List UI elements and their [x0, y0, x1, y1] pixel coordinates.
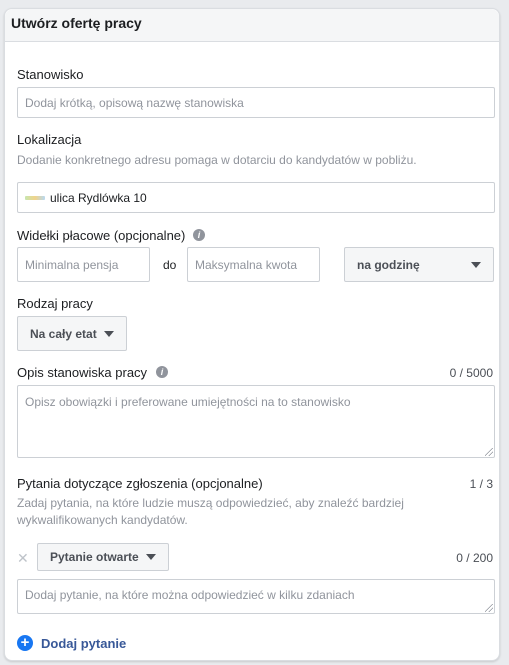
job-type-value: Na cały etat [30, 326, 97, 341]
location-hint: Dodanie konkretnego adresu pomaga w dota… [17, 153, 417, 167]
resize-handle-icon[interactable] [485, 604, 493, 612]
salary-label: Widełki płacowe (opcjonalne) [17, 228, 186, 243]
location-label: Lokalizacja [17, 132, 82, 147]
job-type-label: Rodzaj pracy [17, 296, 93, 311]
description-counter: 0 / 5000 [449, 366, 493, 380]
chevron-down-icon [145, 554, 156, 560]
questions-hint: Zadaj pytania, na które ludzie muszą odp… [17, 496, 404, 527]
position-input[interactable] [17, 87, 495, 118]
remove-question-icon[interactable]: ✕ [17, 550, 29, 567]
salary-period-value: na godzinę [357, 257, 420, 272]
job-type-dropdown[interactable]: Na cały etat [17, 316, 127, 351]
question-textarea[interactable] [17, 579, 495, 614]
questions-counter: 1 / 3 [469, 477, 493, 491]
card-header: Utwórz ofertę pracy [5, 9, 499, 42]
salary-info-icon[interactable]: i [193, 229, 205, 241]
salary-max-input[interactable] [187, 247, 320, 282]
description-info-icon[interactable]: i [156, 366, 168, 378]
description-textarea[interactable] [17, 385, 495, 458]
chevron-down-icon [103, 330, 114, 337]
resize-handle-icon[interactable] [485, 448, 493, 456]
card-title: Utwórz ofertę pracy [11, 15, 142, 31]
description-label: Opis stanowiska pracy [17, 365, 148, 380]
position-label: Stanowisko [17, 67, 84, 82]
map-pin-icon [25, 195, 45, 200]
salary-separator: do [163, 258, 177, 272]
question-counter: 0 / 200 [456, 551, 493, 565]
plus-icon: + [17, 635, 33, 651]
question-type-value: Pytanie otwarte [50, 550, 139, 564]
questions-label: Pytania dotyczące zgłoszenia (opcjonalne… [17, 476, 263, 491]
job-offer-card: Utwórz ofertę pracy Stanowisko Lokalizac… [4, 8, 500, 661]
add-question-button[interactable]: + Dodaj pytanie [17, 635, 137, 653]
location-input[interactable]: ulica Rydlówka 10 [17, 182, 495, 213]
chevron-down-icon [471, 261, 481, 268]
salary-min-input[interactable] [17, 247, 150, 282]
add-question-label: Dodaj pytanie [41, 636, 127, 651]
salary-period-dropdown[interactable]: na godzinę [344, 247, 494, 282]
location-value: ulica Rydlówka 10 [50, 190, 147, 205]
question-type-dropdown[interactable]: Pytanie otwarte [37, 543, 169, 571]
